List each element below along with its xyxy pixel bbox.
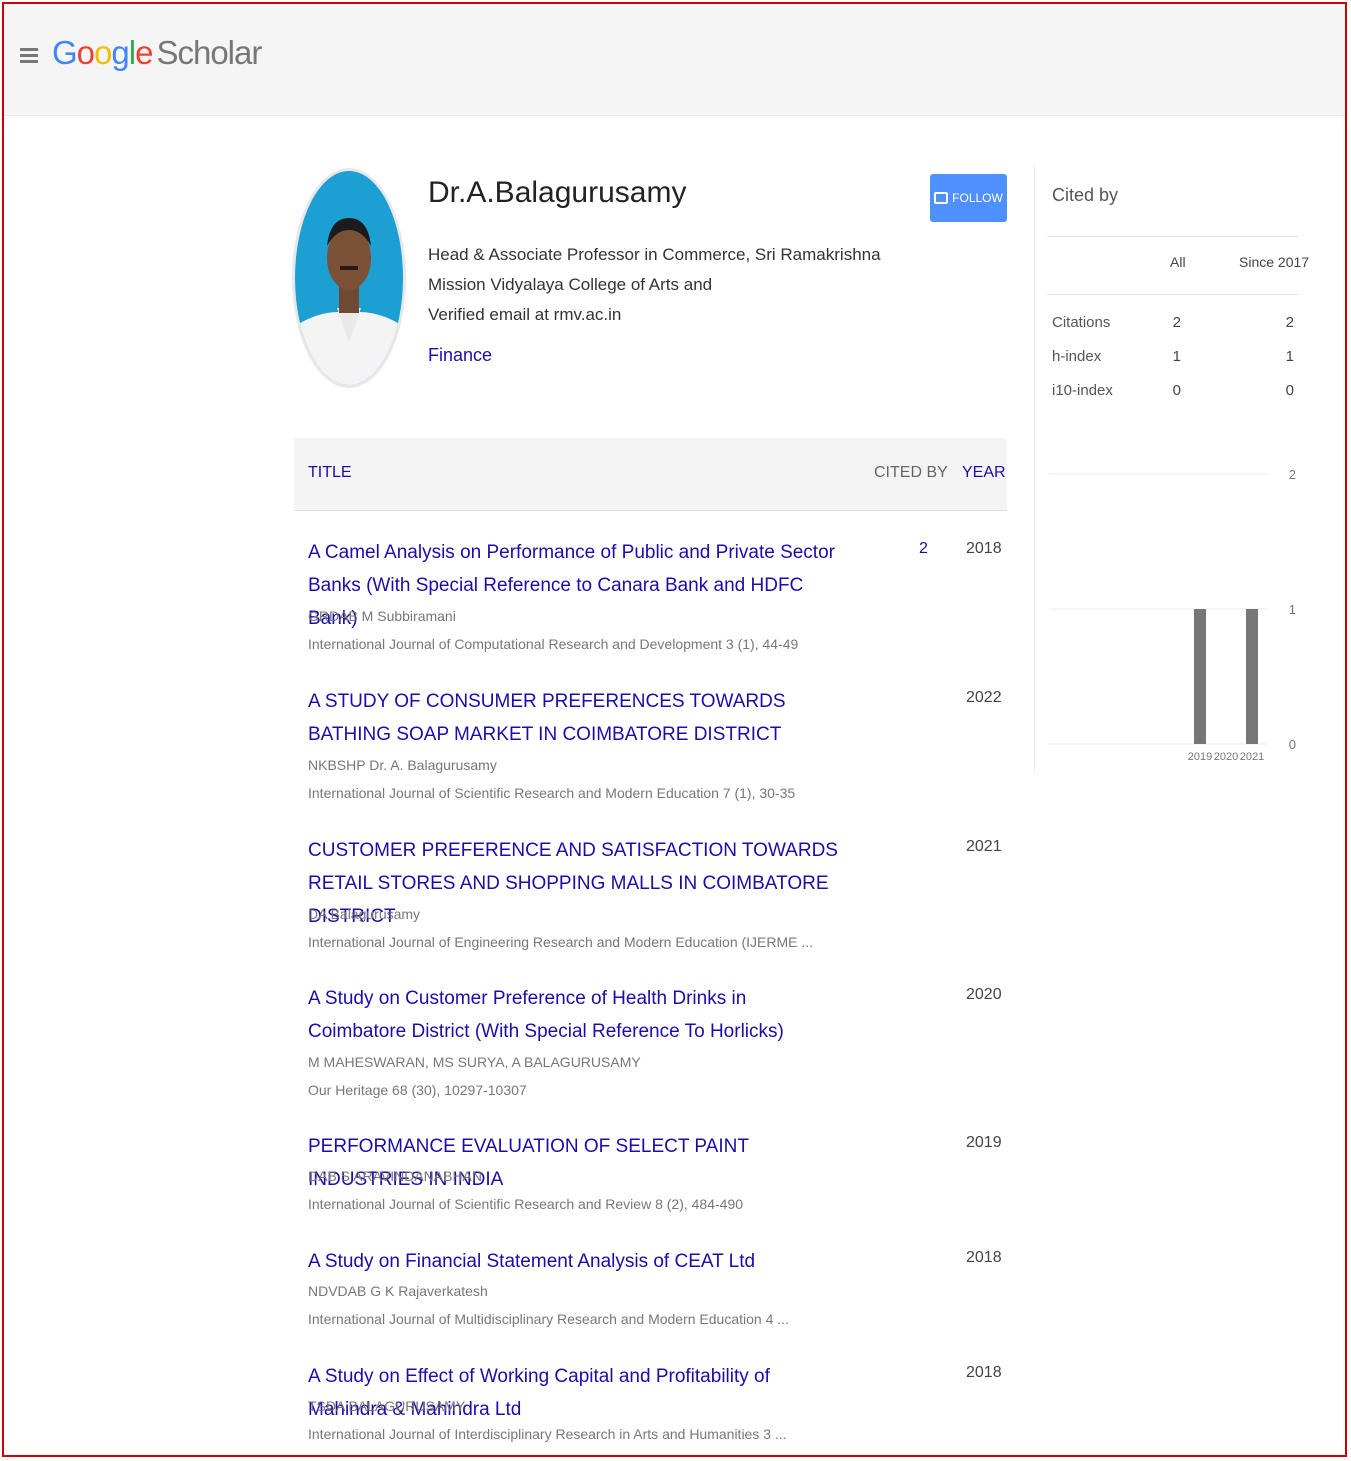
publication-venue: International Journal of Scientific Rese… [308, 785, 796, 801]
publication-year: 2018 [966, 1249, 1002, 1266]
column-cited-by[interactable]: CITED BY [874, 464, 948, 482]
profile-photo [295, 171, 403, 385]
column-title[interactable]: TITLE [308, 464, 352, 482]
verified-email: Verified email at rmv.ac.in [428, 305, 622, 324]
publication-venue: International Journal of Multidisciplina… [308, 1311, 789, 1327]
profile-name: Dr.A.Balagurusamy [428, 176, 687, 209]
y-tick-label: 0 [1289, 737, 1296, 752]
divider [1047, 236, 1299, 237]
top-bar: Google Scholar [4, 4, 1345, 116]
publication-year: 2022 [966, 689, 1002, 706]
publication-title-link[interactable]: A Study on Customer Preference of Health… [308, 982, 838, 1048]
publication-year: 2019 [966, 1134, 1002, 1151]
column-since: Since 2017 [1239, 254, 1310, 270]
follow-label: FOLLOW [952, 191, 1003, 205]
interest-link-finance[interactable]: Finance [428, 345, 492, 366]
cited-by-title: Cited by [1052, 185, 1119, 205]
stat-since: 0 [1285, 382, 1294, 399]
publication-authors: NDVDAB G K Rajaverkatesh [308, 1283, 488, 1299]
stat-all: 2 [1172, 314, 1181, 331]
publication-authors: DA Balagurusamy [308, 906, 421, 922]
citations-bar-chart: 0 1 2 2019 2020 2021 [1049, 467, 1296, 763]
cited-by-count-link[interactable]: 2 [919, 540, 928, 558]
y-tick-label: 1 [1289, 602, 1296, 617]
publication-title-link[interactable]: A Study on Effect of Working Capital and… [308, 1360, 838, 1426]
publication-authors: M MAHESWARAN, MS SURYA, A BALAGURUSAMY [308, 1054, 641, 1070]
publication-authors: DAB S ARAVINDANABHAN [308, 1168, 483, 1184]
publication-title-link[interactable]: A STUDY OF CONSUMER PREFERENCES TOWARDS … [308, 685, 838, 751]
publication-venue: International Journal of Scientific Rese… [308, 1196, 744, 1212]
publication-year: 2018 [966, 1364, 1002, 1381]
stat-all: 0 [1172, 382, 1181, 399]
google-scholar-logo[interactable]: Google Scholar [52, 34, 262, 72]
publication-venue: International Journal of Engineering Res… [308, 934, 814, 950]
publication-authors: GRDAB M Subbiramani [308, 608, 456, 624]
x-tick-label: 2019 [1188, 751, 1212, 763]
stat-all: 1 [1172, 348, 1181, 365]
publication-authors: NKBSHP Dr. A. Balagurusamy [308, 757, 497, 773]
publication-year: 2021 [966, 838, 1002, 855]
bar-2019[interactable] [1194, 609, 1206, 744]
hamburger-menu-icon[interactable] [20, 48, 38, 64]
stat-label: Citations [1052, 314, 1111, 331]
profile-affiliation: Head & Associate Professor in Commerce, … [428, 245, 881, 294]
x-tick-label: 2021 [1240, 751, 1264, 763]
divider [1047, 294, 1299, 295]
follow-button[interactable]: FOLLOW [930, 174, 1007, 222]
publication-title-link[interactable]: A Study on Financial Statement Analysis … [308, 1245, 838, 1278]
envelope-icon [934, 192, 949, 204]
publication-title-link[interactable]: PERFORMANCE EVALUATION OF SELECT PAINT I… [308, 1130, 838, 1196]
publication-venue: International Journal of Interdisciplina… [308, 1426, 787, 1442]
publication-year: 2020 [966, 986, 1002, 1003]
x-tick-label: 2020 [1214, 751, 1238, 763]
avatar [292, 168, 406, 388]
publication-year: 2018 [966, 540, 1002, 557]
publications-table-header: TITLE CITED BY YEAR [294, 438, 1007, 511]
column-year[interactable]: YEAR [962, 464, 1006, 482]
publication-venue: International Journal of Computational R… [308, 636, 799, 652]
bar-2021[interactable] [1246, 609, 1258, 744]
page-frame: Google Scholar Dr.A.Balagurusamy Head & A… [2, 2, 1347, 1457]
sidebar-divider [1034, 164, 1035, 774]
stat-label: i10-index [1052, 382, 1113, 399]
publication-venue: Our Heritage 68 (30), 10297-10307 [308, 1082, 527, 1098]
publication-authors: TSDA BALAGURUSAMY [308, 1398, 466, 1414]
stat-label: h-index [1052, 348, 1102, 365]
column-all: All [1170, 254, 1186, 270]
stat-since: 1 [1285, 348, 1294, 365]
stat-since: 2 [1285, 314, 1294, 331]
y-tick-label: 2 [1289, 467, 1296, 482]
